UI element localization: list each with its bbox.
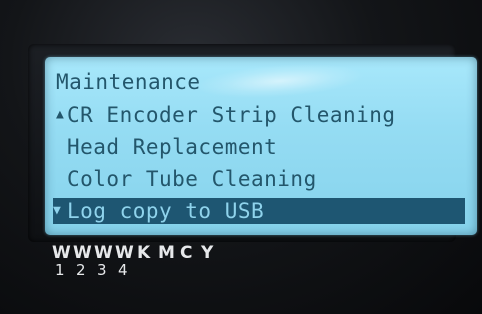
menu-item-label: Color Tube Cleaning	[67, 167, 317, 191]
ink-slot-letter: K	[137, 243, 151, 263]
menu-item-cr-encoder-strip-cleaning[interactable]: ▲ CR Encoder Strip Cleaning	[56, 102, 396, 128]
ink-slot-number: 1	[55, 261, 65, 279]
ink-slot-letter: M	[158, 243, 175, 263]
lcd-screen: Maintenance ▲ CR Encoder Strip Cleaning H…	[45, 57, 477, 235]
menu-item-label: CR Encoder Strip Cleaning	[67, 103, 396, 127]
menu-item-head-replacement[interactable]: Head Replacement	[56, 134, 277, 160]
screen-glare	[194, 59, 366, 103]
menu-item-label: Log copy to USB	[67, 199, 265, 223]
ink-slot-letter: W	[73, 243, 92, 263]
menu-item-log-copy-to-usb-selected[interactable]: ▼ Log copy to USB	[53, 198, 465, 224]
printer-panel: Maintenance ▲ CR Encoder Strip Cleaning H…	[0, 0, 482, 314]
menu-item-label: Head Replacement	[67, 135, 278, 159]
scroll-down-arrow-icon: ▼	[53, 203, 62, 218]
scroll-up-arrow-icon: ▲	[56, 107, 65, 122]
ink-slot-letter: W	[52, 243, 71, 263]
ink-slot-number: 3	[97, 261, 107, 279]
menu-item-color-tube-cleaning[interactable]: Color Tube Cleaning	[56, 166, 317, 192]
ink-slot-letter: Y	[201, 243, 214, 263]
ink-slot-letter: W	[94, 243, 113, 263]
ink-slot-letter: W	[115, 243, 134, 263]
ink-slot-number: 4	[118, 261, 128, 279]
ink-slot-number: 2	[76, 261, 86, 279]
menu-title: Maintenance	[56, 70, 201, 94]
ink-slot-letter: C	[180, 243, 193, 263]
